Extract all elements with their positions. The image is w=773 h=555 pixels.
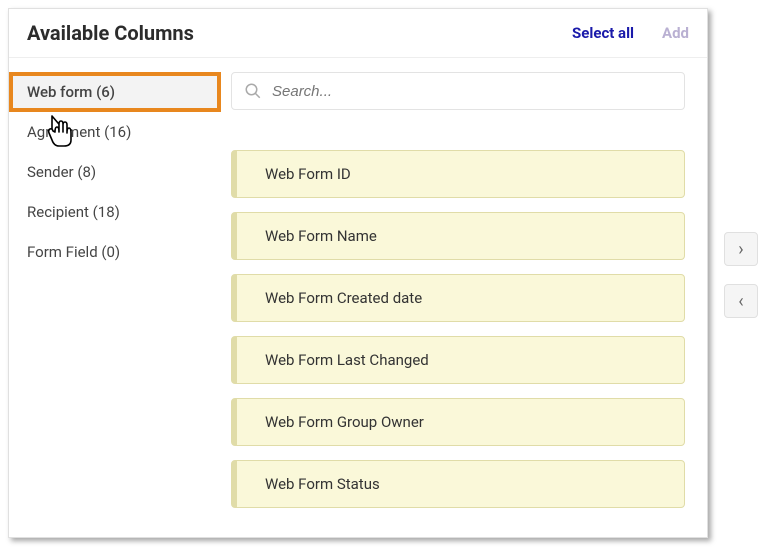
category-label: Web form (6) xyxy=(27,83,115,101)
column-label: Web Form Last Changed xyxy=(265,351,429,369)
category-agreement[interactable]: Agreement (16) xyxy=(9,112,221,152)
column-item[interactable]: Web Form Status xyxy=(231,460,685,508)
category-form-field[interactable]: Form Field (0) xyxy=(9,232,221,272)
chevron-left-icon: ‹ xyxy=(738,291,743,312)
search-input[interactable] xyxy=(272,83,672,100)
move-left-button[interactable]: ‹ xyxy=(724,284,758,318)
column-item[interactable]: Web Form Name xyxy=(231,212,685,260)
header-actions: Select all Add xyxy=(572,24,689,42)
category-web-form[interactable]: Web form (6) xyxy=(9,72,221,112)
category-recipient[interactable]: Recipient (18) xyxy=(9,192,221,232)
chevron-right-icon: › xyxy=(738,239,743,260)
select-all-button[interactable]: Select all xyxy=(572,24,634,42)
column-label: Web Form Created date xyxy=(265,289,422,307)
column-label: Web Form ID xyxy=(265,165,351,183)
panel-body: Web form (6) Agreement (16) Sender (8) R… xyxy=(9,58,707,537)
category-sender[interactable]: Sender (8) xyxy=(9,152,221,192)
move-right-button[interactable]: › xyxy=(724,232,758,266)
main-area: Web Form ID Web Form Name Web Form Creat… xyxy=(221,58,707,537)
panel-header: Available Columns Select all Add xyxy=(9,9,707,58)
category-label: Form Field (0) xyxy=(27,243,120,261)
category-sidebar: Web form (6) Agreement (16) Sender (8) R… xyxy=(9,58,221,537)
search-icon xyxy=(244,82,262,100)
available-columns-panel: Available Columns Select all Add Web for… xyxy=(8,8,708,538)
category-label: Sender (8) xyxy=(27,163,96,181)
column-item[interactable]: Web Form Group Owner xyxy=(231,398,685,446)
column-label: Web Form Status xyxy=(265,475,380,493)
category-label: Recipient (18) xyxy=(27,203,120,221)
column-item[interactable]: Web Form ID xyxy=(231,150,685,198)
search-box[interactable] xyxy=(231,72,685,110)
column-list: Web Form ID Web Form Name Web Form Creat… xyxy=(231,150,685,508)
add-button[interactable]: Add xyxy=(662,24,689,42)
column-label: Web Form Group Owner xyxy=(265,413,424,431)
column-item[interactable]: Web Form Last Changed xyxy=(231,336,685,384)
column-item[interactable]: Web Form Created date xyxy=(231,274,685,322)
category-label: Agreement (16) xyxy=(27,123,131,141)
panel-title: Available Columns xyxy=(27,21,572,45)
column-label: Web Form Name xyxy=(265,227,377,245)
